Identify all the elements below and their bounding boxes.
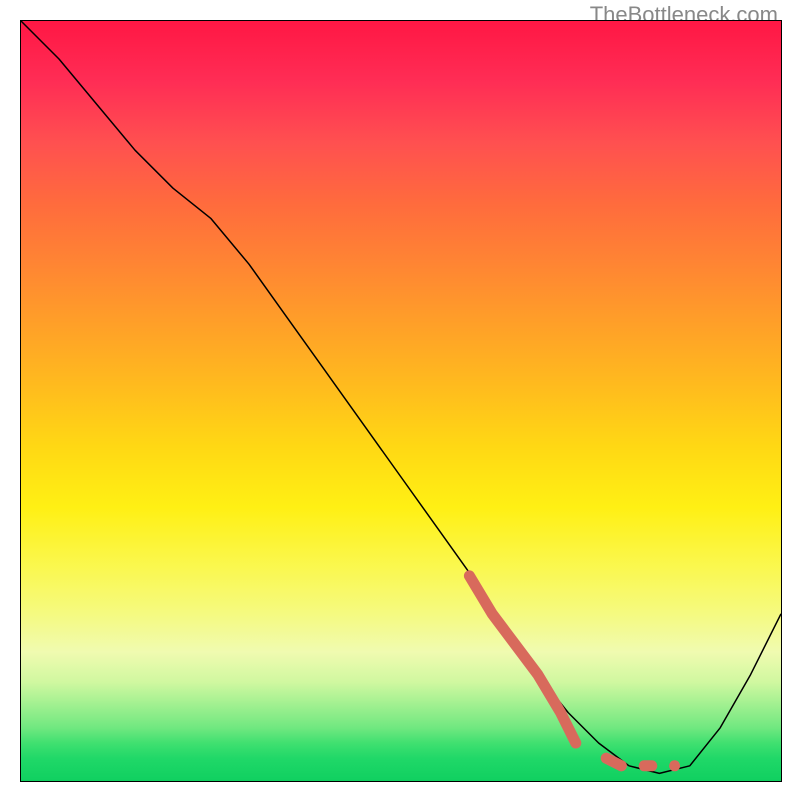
highlight-solid xyxy=(469,576,575,743)
highlight-dot xyxy=(669,760,680,771)
bottleneck-curve xyxy=(21,21,781,773)
curve-layer xyxy=(21,21,781,781)
highlight-group xyxy=(469,576,680,772)
curve-group xyxy=(21,21,781,773)
highlight-dash xyxy=(606,758,621,766)
chart-container: TheBottleneck.com xyxy=(0,0,800,800)
plot-area xyxy=(20,20,782,782)
